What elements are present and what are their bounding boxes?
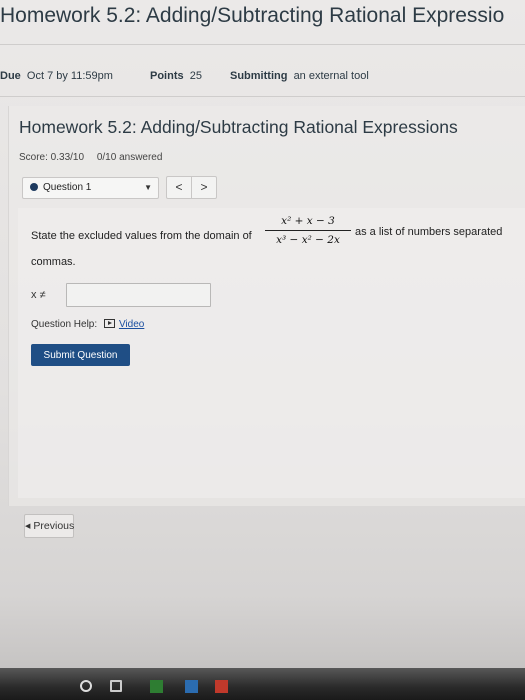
due-value: Oct 7 by 11:59pm — [26, 70, 113, 82]
question-selector[interactable]: Question 1 ▼ — [22, 177, 159, 199]
next-question-button[interactable]: > — [191, 177, 216, 198]
score-text: Score: 0.33/10 — [19, 152, 85, 163]
page: Homework 5.2: Adding/Subtracting Rationa… — [0, 0, 525, 700]
assignment-title: Homework 5.2: Adding/Subtracting Rationa… — [0, 4, 505, 27]
rational-expression: x² + x − 3 x³ − x² − 2x — [263, 213, 353, 248]
question-help-label: Question Help: — [31, 319, 98, 330]
due-info: Due Oct 7 by 11:59pm — [0, 70, 113, 82]
due-label: Due — [0, 70, 21, 82]
denominator: x³ − x² − 2x — [276, 234, 340, 246]
question-help: Question Help: Video — [31, 319, 144, 330]
divider — [0, 96, 525, 97]
fraction-bar — [265, 230, 351, 231]
status-dot-icon — [30, 183, 38, 191]
submit-question-button[interactable]: Submit Question — [31, 344, 130, 366]
submitting-info: Submitting an external tool — [230, 70, 369, 82]
video-icon[interactable] — [103, 319, 115, 328]
score-row: Score: 0.33/10 0/10 answered — [19, 152, 172, 163]
previous-label: Previous — [33, 520, 75, 532]
question-nav: < > — [166, 176, 217, 199]
question-prompt-continued: commas. — [31, 256, 76, 268]
triangle-left-icon: ◀ — [25, 523, 31, 530]
previous-question-button[interactable]: < — [167, 177, 191, 198]
question-selector-label: Question 1 — [43, 182, 92, 193]
points-label: Points — [150, 70, 184, 82]
submitting-label: Submitting — [230, 70, 288, 82]
taskbar — [0, 668, 525, 700]
divider — [0, 44, 525, 45]
app-icon[interactable] — [185, 680, 198, 693]
cortana-icon[interactable] — [80, 680, 92, 692]
app-icon[interactable] — [215, 680, 228, 693]
task-view-icon[interactable] — [110, 680, 122, 692]
question-prompt: State the excluded values from the domai… — [31, 230, 252, 242]
app-icon[interactable] — [150, 680, 163, 693]
answer-input[interactable] — [66, 283, 211, 307]
homework-title: Homework 5.2: Adding/Subtracting Rationa… — [19, 117, 458, 137]
points-info: Points 25 — [150, 70, 202, 82]
submitting-value: an external tool — [293, 70, 369, 82]
answer-label: x ≠ — [31, 289, 46, 301]
answered-count: 0/10 answered — [96, 152, 163, 163]
caret-down-icon: ▼ — [144, 183, 152, 192]
points-value: 25 — [189, 70, 202, 82]
video-link[interactable]: Video — [119, 319, 144, 330]
previous-button[interactable]: ◀ Previous — [24, 514, 74, 538]
question-prompt-end: as a list of numbers separated — [355, 226, 503, 238]
numerator: x² + x − 3 — [281, 215, 335, 227]
